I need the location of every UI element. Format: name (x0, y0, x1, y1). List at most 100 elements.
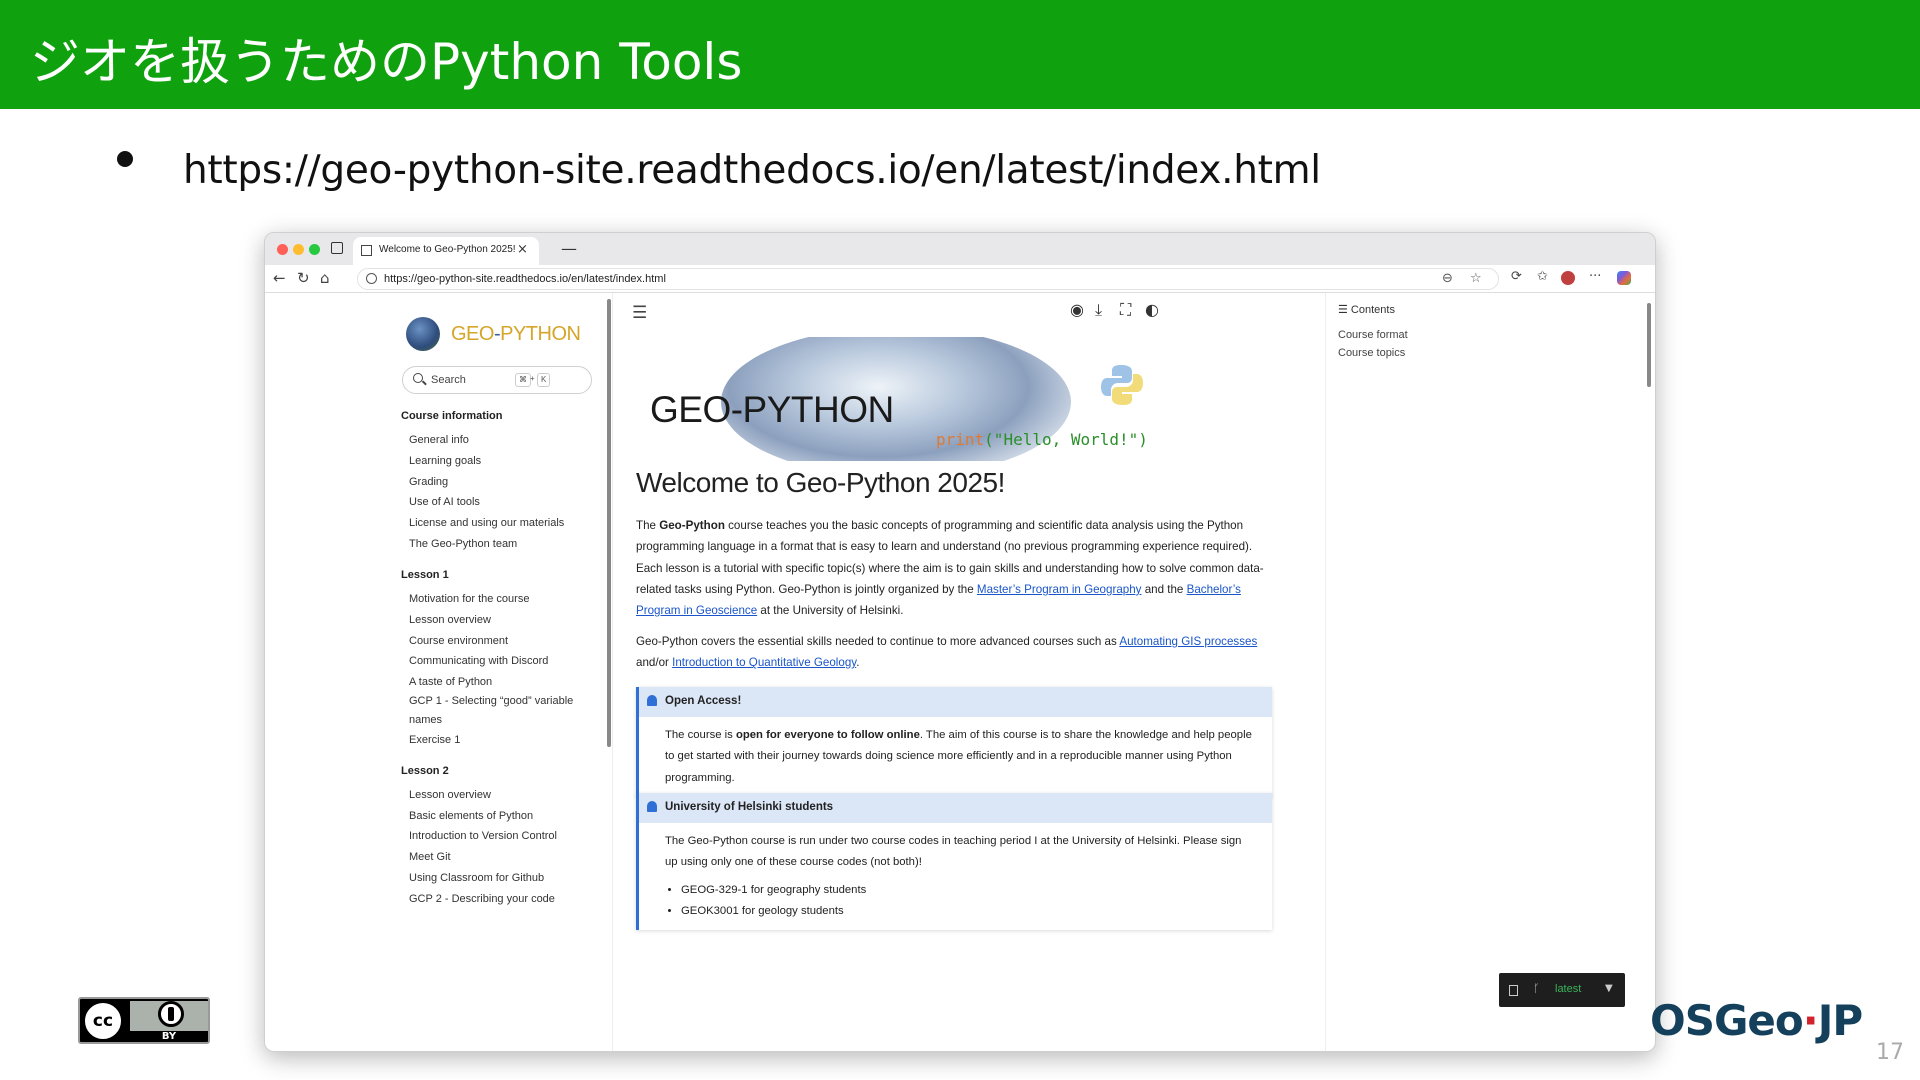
more-icon[interactable]: ··· (1589, 269, 1601, 284)
cc-logo: cc (85, 1003, 121, 1039)
by-label: BY (161, 1031, 177, 1042)
page-heading: Welcome to Geo-Python 2025! (636, 467, 1005, 498)
sidebar-item-taste-of-python[interactable]: A taste of Python (409, 676, 492, 688)
maximize-window-button[interactable] (309, 244, 320, 255)
sidebar-item-basic-elements[interactable]: Basic elements of Python (409, 810, 533, 822)
site-logo[interactable]: GEO-PYTHON (451, 323, 581, 346)
new-tab-icon[interactable]: — (561, 239, 577, 258)
admonition-body: The Geo-Python course is run under two c… (639, 823, 1272, 930)
theme-toggle-icon[interactable]: ◐ (1145, 300, 1159, 319)
toc-heading: ☰ Contents (1338, 304, 1395, 316)
search-label: Search (431, 374, 466, 386)
page-favicon-icon (361, 245, 372, 256)
admonition-helsinki-students: University of Helsinki students The Geo-… (636, 793, 1272, 931)
slide-title: ジオを扱うためのPython Tools (30, 33, 743, 91)
caption-course-information: Course information (401, 410, 503, 422)
page-scrollbar[interactable] (1647, 303, 1651, 387)
article-main: ☰ ◉ ⤓ ⛶ ◐ GEO-PYTHON print("Hello, World… (614, 293, 1324, 1051)
star-icon[interactable]: ☆ (1470, 271, 1482, 286)
globe-logo-icon (406, 317, 440, 351)
minimize-window-button[interactable] (293, 244, 304, 255)
fullscreen-icon[interactable]: ⛶ (1120, 300, 1131, 320)
sidebar-toggle-icon[interactable] (331, 242, 343, 254)
bullet-dot (117, 151, 133, 167)
tab-active[interactable]: Welcome to Geo-Python 2025! × (353, 237, 539, 265)
list-item: GEOG-329-1 for geography students (681, 880, 1252, 901)
python-logo-icon (1101, 365, 1143, 405)
github-icon[interactable]: ◉ (1070, 300, 1084, 319)
caption-lesson-1: Lesson 1 (401, 569, 449, 581)
toc-item-course-topics[interactable]: Course topics (1338, 347, 1405, 359)
osgeo-jp-logo: OSGeo·JP (1650, 996, 1863, 1045)
skills-paragraph: Geo-Python covers the essential skills n… (636, 635, 1258, 670)
sidebar-item-gcp1[interactable]: GCP 1 - Selecting “good” variable names (409, 692, 589, 730)
kbd-k: K (537, 373, 551, 387)
link-automating-gis[interactable]: Automating GIS processes (1119, 635, 1257, 648)
link-quantitative-geology[interactable]: Introduction to Quantitative Geology (672, 656, 856, 669)
table-of-contents: ☰ Contents Course format Course topics (1325, 293, 1595, 1051)
sidebar-scrollbar[interactable] (607, 299, 611, 747)
page-number: 17 (1876, 1040, 1904, 1065)
download-icon[interactable]: ⤓ (1095, 300, 1102, 320)
admonition-title: University of Helsinki students (665, 801, 834, 813)
bullet-url: https://geo-python-site.readthedocs.io/e… (183, 148, 1321, 193)
admonition-title: Open Access! (665, 695, 742, 707)
extensions-icon[interactable]: ⟳ (1511, 269, 1522, 284)
sidebar-item-exercise1[interactable]: Exercise 1 (409, 734, 460, 746)
hero-banner: GEO-PYTHON print("Hello, World!") (636, 337, 1156, 461)
sidebar-item-ai-tools[interactable]: Use of AI tools (409, 496, 480, 508)
chevron-down-icon: ▼ (1605, 983, 1613, 994)
sidebar-item-lesson1-overview[interactable]: Lesson overview (409, 614, 491, 626)
menu-icon[interactable]: ☰ (632, 303, 647, 323)
sidebar-item-version-control[interactable]: Introduction to Version Control (409, 830, 557, 842)
sidebar-item-discord[interactable]: Communicating with Discord (409, 655, 548, 667)
hello-world-code: print("Hello, World!") (936, 430, 1148, 449)
sidebar-item-motivation[interactable]: Motivation for the course (409, 593, 529, 605)
sidebar-item-course-environment[interactable]: Course environment (409, 635, 508, 647)
search-icon (413, 373, 423, 383)
version-label: latest (1555, 983, 1582, 995)
site-info-icon[interactable] (366, 273, 377, 284)
sidebar-item-team[interactable]: The Geo-Python team (409, 538, 517, 550)
sidebar-item-gcp2[interactable]: GCP 2 - Describing your code (409, 893, 555, 905)
cc-by-license-badge: cc BY (78, 997, 210, 1044)
sidebar-item-meet-git[interactable]: Meet Git (409, 851, 451, 863)
close-window-button[interactable] (277, 244, 288, 255)
copilot-icon[interactable] (1617, 271, 1631, 285)
tab-strip: Welcome to Geo-Python 2025! × — (265, 233, 1655, 265)
url-text[interactable]: https://geo-python-site.readthedocs.io/e… (384, 273, 666, 285)
tab-close-icon[interactable]: × (517, 242, 528, 257)
sidebar-item-learning-goals[interactable]: Learning goals (409, 455, 481, 467)
browser-window: Welcome to Geo-Python 2025! × — ← ↻ ⌂ ht… (264, 232, 1656, 1052)
admonition-open-access: Open Access! The course is open for ever… (636, 687, 1272, 797)
version-selector[interactable]: ᚴ latest ▼ (1499, 973, 1625, 1007)
sidebar-item-license[interactable]: License and using our materials (409, 517, 564, 529)
tab-title: Welcome to Geo-Python 2025! (379, 244, 516, 255)
site-sidebar: GEO-PYTHON Search ⌘ + K Course informati… (265, 293, 613, 1051)
sidebar-item-grading[interactable]: Grading (409, 476, 448, 488)
search-button[interactable]: Search ⌘ + K (402, 366, 592, 394)
profile-icon[interactable] (1561, 271, 1575, 285)
back-arrow-icon[interactable]: ← (273, 269, 286, 287)
slide-header: ジオを扱うためのPython Tools (0, 0, 1920, 109)
sidebar-item-general-info[interactable]: General info (409, 434, 469, 446)
bell-icon (647, 695, 657, 706)
sidebar-item-lesson2-overview[interactable]: Lesson overview (409, 789, 491, 801)
list-item: GEOK3001 for geology students (681, 901, 1252, 922)
hero-title: GEO-PYTHON (650, 389, 894, 430)
home-icon[interactable]: ⌂ (320, 269, 330, 287)
caption-lesson-2: Lesson 2 (401, 765, 449, 777)
translate-icon[interactable]: ⊖ (1442, 271, 1453, 286)
address-bar[interactable]: https://geo-python-site.readthedocs.io/e… (357, 268, 1499, 290)
navigation-bar: ← ↻ ⌂ https://geo-python-site.readthedoc… (265, 265, 1655, 293)
reload-icon[interactable]: ↻ (297, 269, 310, 287)
admonition-body: The course is open for everyone to follo… (665, 729, 1252, 784)
intro-paragraph: The Geo-Python course teaches you the ba… (636, 519, 1264, 618)
book-icon (1509, 985, 1518, 996)
sidebar-item-classroom[interactable]: Using Classroom for Github (409, 872, 544, 884)
favorites-icon[interactable]: ✩ (1537, 269, 1548, 284)
attribution-icon (158, 1001, 184, 1027)
link-masters-program[interactable]: Master’s Program in Geography (977, 583, 1142, 596)
bell-icon (647, 801, 657, 812)
toc-item-course-format[interactable]: Course format (1338, 329, 1408, 341)
